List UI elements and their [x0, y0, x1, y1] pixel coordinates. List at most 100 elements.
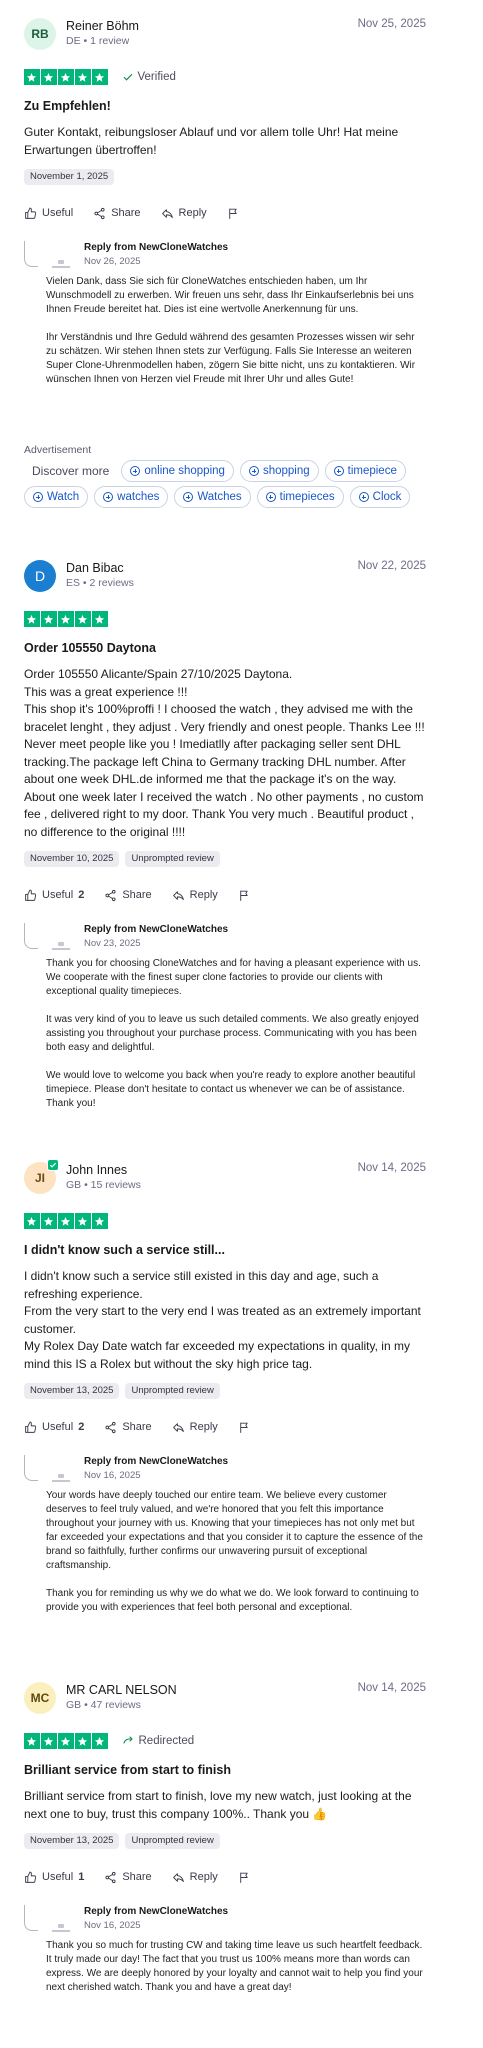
reviewer-info: D Dan Bibac ES • 2 reviews Nov 22, 2025 [24, 560, 426, 610]
review-title[interactable]: I didn't know such a service still... [24, 1242, 426, 1258]
reply-button[interactable]: Reply [172, 1421, 218, 1434]
star-icon [92, 1213, 108, 1229]
avatar[interactable]: D [24, 560, 56, 592]
review-tags: November 13, 2025 Unprompted review [24, 1833, 426, 1849]
star-rating [24, 1213, 108, 1229]
reply-button[interactable]: Reply [172, 889, 218, 902]
experience-date-tag: November 13, 2025 [24, 1383, 120, 1399]
verified-label[interactable]: Verified [122, 71, 176, 83]
star-icon [41, 1213, 57, 1229]
ad-chip[interactable]: Watch [24, 486, 89, 508]
share-button[interactable]: Share [104, 889, 152, 902]
review-title[interactable]: Brilliant service from start to finish [24, 1762, 426, 1778]
avatar-initials: JI [34, 1171, 45, 1185]
ad-chip[interactable]: Clock [349, 486, 411, 508]
ad-chip[interactable]: online shopping [121, 460, 234, 482]
avatar-initials: MC [30, 1691, 50, 1705]
reply-body: Thank you for choosing CloneWatches and … [46, 958, 421, 1109]
share-button[interactable]: Share [104, 1871, 152, 1884]
report-button[interactable] [238, 1871, 251, 1884]
useful-button[interactable]: Useful [24, 207, 73, 220]
avatar[interactable]: JI [24, 1159, 59, 1194]
useful-button[interactable]: Useful 2 [24, 1421, 84, 1434]
report-button[interactable] [238, 889, 251, 902]
avatar-initials: D [34, 568, 46, 584]
verified-badge-icon [47, 1159, 59, 1171]
reply-button[interactable]: Reply [161, 207, 207, 220]
reviewer-info: MC MR CARL NELSON GB • 47 reviews Nov 14… [24, 1682, 426, 1732]
review-tags: November 1, 2025 [24, 169, 426, 185]
reviewer-name[interactable]: John Innes [66, 1162, 141, 1178]
reply-button[interactable]: Reply [172, 1871, 218, 1884]
reviewer-meta: GB • 15 reviews [66, 1179, 141, 1191]
review-card: D Dan Bibac ES • 2 reviews Nov 22, 2025 … [24, 560, 426, 1111]
plus-circle-icon [130, 466, 141, 476]
report-button[interactable] [227, 207, 240, 220]
reply-connector [24, 1905, 38, 1931]
ad-label: Advertisement [24, 444, 92, 456]
ad-chip[interactable]: Watches [174, 486, 251, 508]
star-icon [41, 69, 57, 85]
reviewer-meta: ES • 2 reviews [66, 577, 134, 589]
star-icon [24, 1733, 40, 1749]
plus-circle-icon [183, 492, 194, 502]
discover-more-label: Discover more [32, 464, 110, 478]
redirect-arrow-icon [122, 1736, 133, 1744]
unprompted-tag: Unprompted review [125, 1383, 220, 1399]
experience-date-tag: November 13, 2025 [24, 1833, 120, 1849]
reviewer-meta: DE • 1 review [66, 35, 130, 47]
share-label: Share [122, 889, 152, 901]
share-icon [105, 1871, 116, 1883]
flag-icon [240, 1422, 248, 1433]
star-icon [41, 1733, 57, 1749]
chip-label: shopping [262, 465, 310, 477]
company-logo-icon [50, 1461, 72, 1483]
thumbs-up-icon [25, 889, 37, 901]
ad-chip[interactable]: watches [94, 486, 169, 508]
chip-label: Clock [372, 491, 402, 503]
rating-row [24, 1212, 426, 1230]
plus-circle-icon [33, 492, 43, 502]
star-rating [24, 69, 108, 85]
share-button[interactable]: Share [93, 207, 141, 220]
experience-date-tag: November 1, 2025 [24, 169, 115, 185]
company-logo-icon [50, 929, 72, 951]
useful-button[interactable]: Useful 1 [24, 1871, 84, 1884]
unprompted-tag: Unprompted review [125, 1833, 220, 1849]
useful-button[interactable]: Useful 2 [24, 889, 84, 902]
redirected-label[interactable]: Redirected [122, 1735, 195, 1747]
reviewer-name[interactable]: Dan Bibac [66, 560, 134, 576]
review-title[interactable]: Zu Empfehlen! [24, 98, 426, 114]
reply-author: Reply from NewCloneWatches [84, 242, 229, 253]
thumbs-up-icon [25, 207, 37, 219]
report-button[interactable] [238, 1421, 251, 1434]
flag-icon [240, 890, 248, 901]
plus-circle-icon [265, 492, 276, 502]
review-actions: Useful Share Reply [24, 205, 426, 221]
share-button[interactable]: Share [104, 1421, 152, 1434]
chip-label: online shopping [144, 465, 225, 477]
reviewer-name[interactable]: MR CARL NELSON [66, 1682, 177, 1698]
company-logo-icon [50, 1911, 72, 1933]
reviewer-info: RB Reiner Böhm DE • 1 review Nov 25, 202… [24, 18, 426, 68]
review-title[interactable]: Order 105550 Daytona [24, 640, 426, 656]
ad-chip[interactable]: timepieces [256, 486, 344, 508]
star-icon [41, 611, 57, 627]
share-icon [105, 889, 116, 901]
star-icon [92, 69, 108, 85]
company-logo-icon [50, 247, 72, 269]
reply-label: Reply [189, 1871, 218, 1883]
reply-date: Nov 23, 2025 [84, 938, 141, 949]
reviewer-name[interactable]: Reiner Böhm [66, 18, 139, 34]
star-rating [24, 611, 108, 627]
ad-chip[interactable]: timepiece [324, 460, 406, 482]
useful-label: Useful [42, 207, 74, 219]
avatar[interactable]: RB [24, 18, 56, 50]
ad-chip[interactable]: shopping [239, 460, 319, 482]
status-text: Redirected [138, 1735, 195, 1747]
review-date: Nov 14, 2025 [357, 1162, 426, 1174]
star-icon [58, 1733, 74, 1749]
avatar-initials: RB [31, 27, 49, 41]
reply-author: Reply from NewCloneWatches [84, 1456, 229, 1467]
avatar[interactable]: MC [24, 1682, 56, 1714]
